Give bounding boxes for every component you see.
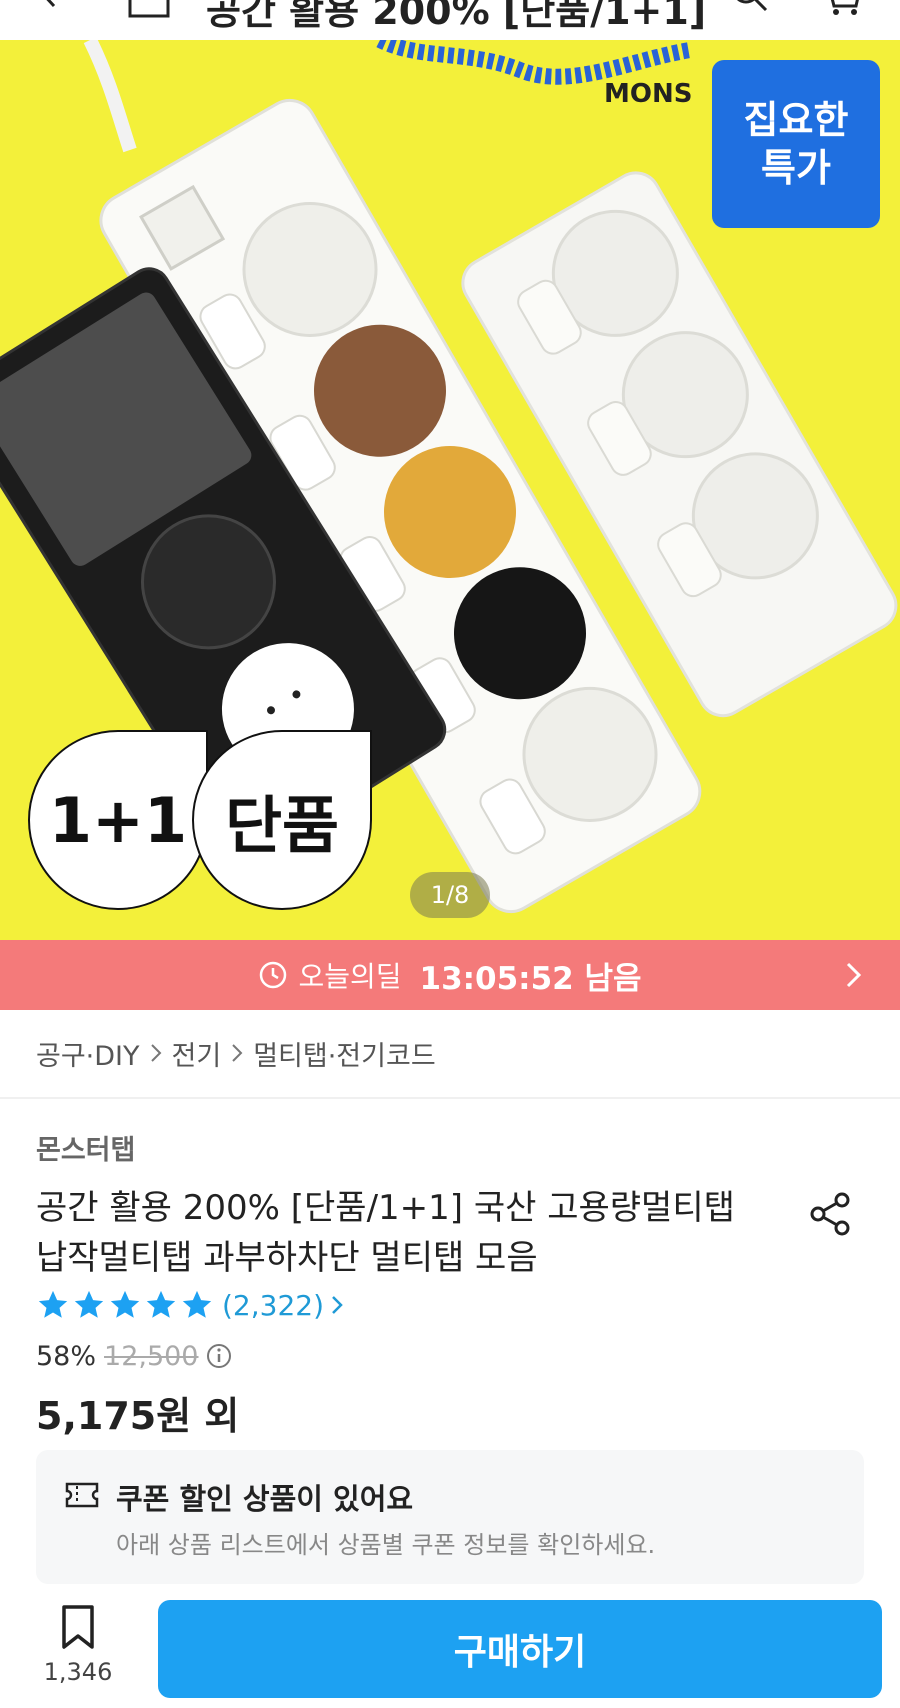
option-bubble-bundle: 1+1 [28, 730, 208, 910]
brand-name[interactable]: 몬스터탭 [36, 1128, 135, 1167]
bottom-action-bar: 1,346 구매하기 [0, 1590, 900, 1708]
price-row: 58% 12,500 [36, 1338, 233, 1374]
discount-rate: 58% [36, 1340, 97, 1372]
deal-countdown: 13:05:52 남음 [419, 960, 642, 997]
breadcrumb-item[interactable]: 멀티탭·전기코드 [253, 1034, 435, 1073]
search-icon[interactable] [730, 0, 770, 14]
chevron-right-icon [332, 1296, 343, 1314]
coupon-notice: 쿠폰 할인 상품이 있어요 아래 상품 리스트에서 상품별 쿠폰 정보를 확인하… [36, 1450, 864, 1584]
bookmark-button[interactable]: 1,346 [40, 1604, 116, 1694]
special-deal-badge: 집요한 특가 [712, 60, 880, 228]
breadcrumb-item[interactable]: 공구·DIY [36, 1034, 140, 1073]
star-icon [146, 1290, 176, 1318]
deal-label: 오늘의딜 [298, 960, 402, 993]
star-icon [182, 1290, 212, 1318]
image-page-indicator: 1/8 [410, 872, 490, 918]
chevron-right-icon [150, 1044, 161, 1062]
rating-summary[interactable]: (2,322) [36, 1283, 346, 1327]
product-title: 공간 활용 200% [단품/1+1] 국산 고용량멀티탭 납작멀티탭 과부하차… [36, 1188, 735, 1278]
clock-icon [260, 961, 287, 989]
star-rating [36, 1288, 216, 1322]
badge-line-2: 특가 [761, 146, 831, 190]
share-icon[interactable] [806, 1190, 854, 1238]
star-icon [74, 1290, 104, 1318]
badge-line-1: 집요한 [743, 98, 849, 142]
buy-button[interactable]: 구매하기 [158, 1600, 882, 1698]
star-icon [38, 1290, 68, 1318]
coupon-description: 아래 상품 리스트에서 상품별 쿠폰 정보를 확인하세요. [116, 1531, 656, 1559]
chevron-right-icon [846, 962, 862, 988]
brand-mark: MONS [604, 79, 692, 109]
review-count: (2,322) [222, 1288, 325, 1322]
coupon-icon [65, 1482, 99, 1508]
cart-icon[interactable] [818, 0, 862, 16]
section-divider [0, 1097, 900, 1099]
breadcrumb-item[interactable]: 전기 [172, 1034, 222, 1073]
sale-price: 5,175원 외 [36, 1394, 240, 1438]
coupon-title: 쿠폰 할인 상품이 있어요 [116, 1482, 414, 1516]
top-app-bar: 공간 활용 200% [단품/1+1] [0, 0, 900, 40]
option-bubble-single: 단품 [192, 730, 372, 910]
breadcrumb: 공구·DIY 전기 멀티탭·전기코드 [36, 1033, 436, 1073]
info-icon[interactable] [205, 1342, 233, 1370]
original-price: 12,500 [104, 1340, 199, 1372]
star-icon [110, 1290, 140, 1318]
home-icon[interactable] [124, 0, 174, 18]
todays-deal-bar[interactable]: 오늘의딜 13:05:52 남음 [0, 940, 900, 1010]
back-icon[interactable] [34, 0, 64, 8]
product-image-carousel[interactable]: MONS 집요한 특가 1+1 단품 1/8 [0, 40, 900, 940]
option-label: 단품 [224, 789, 340, 862]
page-title: 공간 활용 200% [단품/1+1] [206, 0, 707, 33]
bookmark-count: 1,346 [43, 1658, 113, 1686]
option-label: 1+1 [48, 783, 188, 857]
bookmark-icon [62, 1605, 94, 1649]
chevron-right-icon [232, 1044, 243, 1062]
